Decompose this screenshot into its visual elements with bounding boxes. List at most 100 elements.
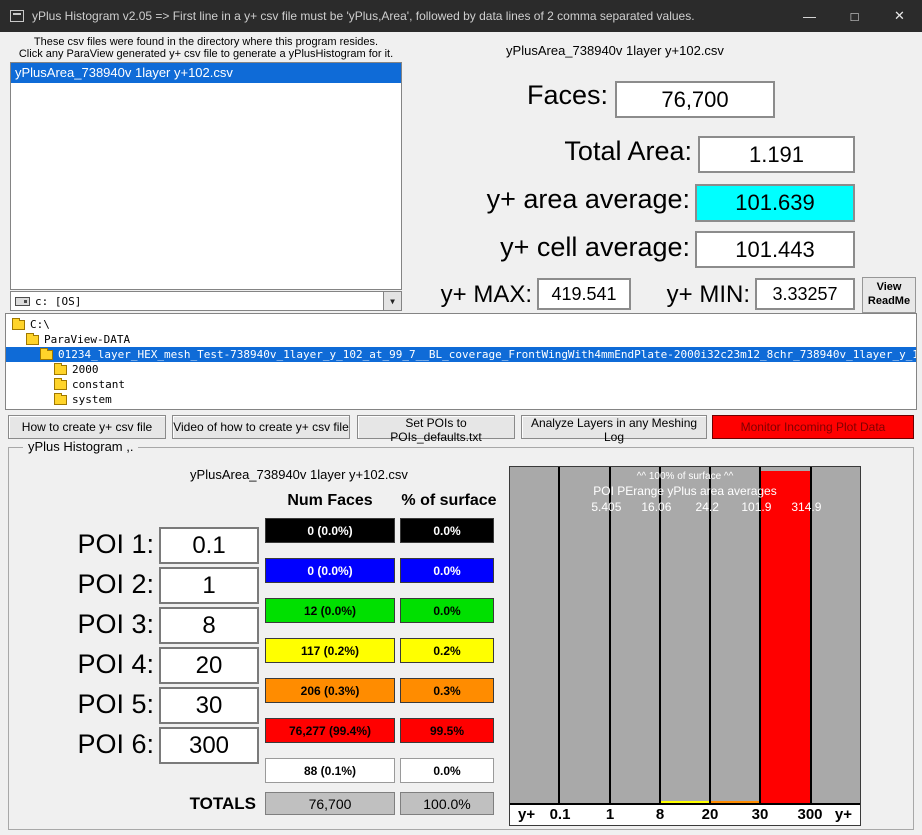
app-icon xyxy=(10,10,24,22)
chart-bin xyxy=(709,467,759,805)
folder-icon xyxy=(54,395,67,405)
bin-4-num-faces: 117 (0.2%) xyxy=(265,638,395,663)
tree-item-constant[interactable]: constant xyxy=(6,377,916,392)
current-csv-filename: yPlusArea_738940v 1layer y+102.csv xyxy=(420,43,810,58)
poi-5-input[interactable] xyxy=(159,687,259,724)
area-average-label: 314.9 xyxy=(791,500,821,514)
monitor-plot-data-button[interactable]: Monitor Incoming Plot Data xyxy=(712,415,914,439)
totals-num-faces: 76,700 xyxy=(265,792,395,815)
yplus-max-value: 419.541 xyxy=(537,278,631,310)
histogram-csv-filename: yPlusArea_738940v 1layer y+102.csv xyxy=(129,467,469,482)
area-average-label: 16.06 xyxy=(641,500,671,514)
folder-icon xyxy=(54,365,67,375)
totals-pct: 100.0% xyxy=(400,792,494,815)
window-title: yPlus Histogram v2.05 => First line in a… xyxy=(32,9,695,23)
yplus-cell-average-label: y+ cell average: xyxy=(400,232,690,263)
tree-item-selected-case[interactable]: 01234_layer_HEX_mesh_Test-738940v_1layer… xyxy=(6,347,916,362)
area-average-label: 101.9 xyxy=(741,500,771,514)
csv-info-line-2: Click any ParaView generated y+ csv file… xyxy=(0,48,412,60)
bin-5-pct: 0.3% xyxy=(400,678,494,703)
faces-label: Faces: xyxy=(420,80,608,111)
faces-value: 76,700 xyxy=(615,81,775,118)
axis-label: 0.1 xyxy=(550,806,571,823)
yplus-min-value: 3.33257 xyxy=(755,278,855,310)
drive-selector[interactable]: c: [OS] ▼ xyxy=(10,291,402,311)
axis-label: y+ xyxy=(835,806,852,823)
group-title: yPlus Histogram ,. xyxy=(23,439,138,454)
axis-label: 8 xyxy=(656,806,664,823)
video-how-to-button[interactable]: Video of how to create y+ csv file xyxy=(172,415,350,439)
total-area-value: 1.191 xyxy=(698,136,855,173)
chart-bin xyxy=(510,467,558,805)
poi-6-label: POI 6: xyxy=(47,729,154,760)
csv-info-line-1: These csv files were found in the direct… xyxy=(0,36,412,48)
bin-3-pct: 0.0% xyxy=(400,598,494,623)
tree-item-label: constant xyxy=(72,378,125,391)
titlebar: yPlus Histogram v2.05 => First line in a… xyxy=(0,0,922,32)
tree-item-label: ParaView-DATA xyxy=(44,333,130,346)
tree-item-paraview-data[interactable]: ParaView-DATA xyxy=(6,332,916,347)
area-average-label: 24.2 xyxy=(696,500,719,514)
poi-6-input[interactable] xyxy=(159,727,259,764)
chart-bin xyxy=(659,467,709,805)
close-button[interactable]: ✕ xyxy=(877,0,922,32)
set-pois-defaults-button[interactable]: Set POIs to POIs_defaults.txt xyxy=(357,415,515,439)
poi-4-input[interactable] xyxy=(159,647,259,684)
chart-bin xyxy=(558,467,608,805)
bin-overflow-pct: 0.0% xyxy=(400,758,494,783)
tree-item-root[interactable]: C:\ xyxy=(6,317,916,332)
axis-label: 1 xyxy=(606,806,614,823)
folder-icon xyxy=(12,320,25,330)
chart-bin xyxy=(810,467,860,805)
yplus-area-average-value: 101.639 xyxy=(695,184,855,222)
total-area-label: Total Area: xyxy=(420,136,692,167)
yplus-histogram-group: yPlus Histogram ,. yPlusArea_738940v 1la… xyxy=(8,447,914,830)
totals-label: TOTALS xyxy=(144,794,256,814)
how-to-create-csv-button[interactable]: How to create y+ csv file xyxy=(8,415,166,439)
chart-x-axis: y+0.1182030300y+ xyxy=(510,803,860,825)
tree-item-system[interactable]: system xyxy=(6,392,916,407)
axis-label: 300 xyxy=(797,806,822,823)
folder-icon xyxy=(54,380,67,390)
chart-bar xyxy=(761,471,809,805)
view-readme-button[interactable]: View ReadMe xyxy=(862,277,916,313)
tree-item-label: system xyxy=(72,393,112,406)
bin-5-num-faces: 206 (0.3%) xyxy=(265,678,395,703)
yplus-max-label: y+ MAX: xyxy=(410,281,532,309)
tree-item-label: C:\ xyxy=(30,318,50,331)
yplus-histogram-chart: ^^ 100% of surface ^^ POI PErange yPlus … xyxy=(509,466,861,826)
yplus-min-label: y+ MIN: xyxy=(634,281,750,309)
chevron-down-icon[interactable]: ▼ xyxy=(383,292,401,310)
poi-5-label: POI 5: xyxy=(47,689,154,720)
chart-plot-area xyxy=(510,467,860,805)
main-content: These csv files were found in the direct… xyxy=(0,32,922,835)
yplus-cell-average-value: 101.443 xyxy=(695,231,855,268)
yplus-area-average-label: y+ area average: xyxy=(400,184,690,215)
pct-surface-header: % of surface xyxy=(395,492,503,510)
bin-1-pct: 0.0% xyxy=(400,518,494,543)
bin-6-num-faces: 76,277 (99.4%) xyxy=(265,718,395,743)
bin-3-num-faces: 12 (0.0%) xyxy=(265,598,395,623)
bin-2-pct: 0.0% xyxy=(400,558,494,583)
csv-file-item[interactable]: yPlusArea_738940v 1layer y+102.csv xyxy=(11,63,401,83)
axis-label: y+ xyxy=(518,806,535,823)
poi-4-label: POI 4: xyxy=(47,649,154,680)
csv-file-listbox[interactable]: yPlusArea_738940v 1layer y+102.csv xyxy=(10,62,402,290)
maximize-button[interactable]: □ xyxy=(832,0,877,32)
poi-1-label: POI 1: xyxy=(47,529,154,560)
directory-tree[interactable]: C:\ ParaView-DATA 01234_layer_HEX_mesh_T… xyxy=(5,313,917,410)
analyze-layers-button[interactable]: Analyze Layers in any Meshing Log xyxy=(521,415,707,439)
poi-3-label: POI 3: xyxy=(47,609,154,640)
bin-6-pct: 99.5% xyxy=(400,718,494,743)
poi-3-input[interactable] xyxy=(159,607,259,644)
tree-item-label: 2000 xyxy=(72,363,99,376)
num-faces-header: Num Faces xyxy=(265,492,395,510)
tree-item-2000[interactable]: 2000 xyxy=(6,362,916,377)
bin-2-num-faces: 0 (0.0%) xyxy=(265,558,395,583)
bin-1-num-faces: 0 (0.0%) xyxy=(265,518,395,543)
drive-icon xyxy=(15,297,30,306)
minimize-button[interactable]: — xyxy=(787,0,832,32)
poi-2-input[interactable] xyxy=(159,567,259,604)
axis-label: 30 xyxy=(752,806,769,823)
poi-1-input[interactable] xyxy=(159,527,259,564)
